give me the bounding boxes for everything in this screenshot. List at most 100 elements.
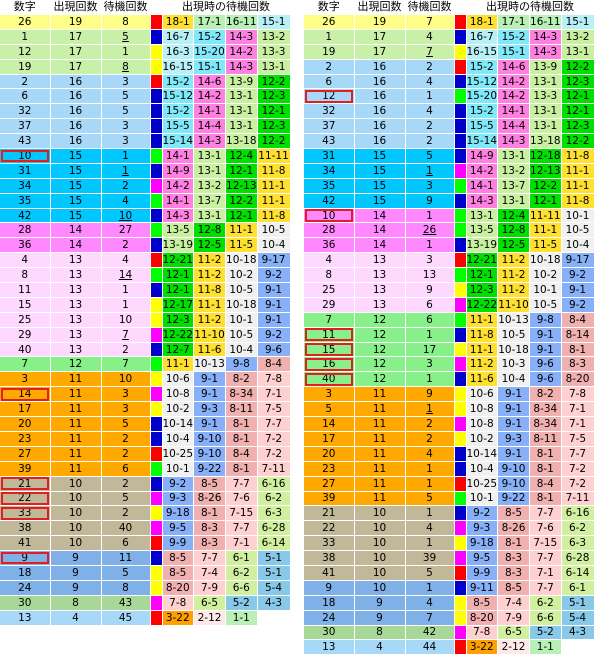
appear-count-cell: 17 bbox=[354, 44, 406, 60]
table-row: 1 17 4 16-7 15-2 14-3 13-2 bbox=[304, 29, 595, 45]
table-row: 9 9 11 8-5 7-7 6-1 5-1 bbox=[0, 550, 291, 566]
history-cell: 11-2 bbox=[193, 312, 227, 328]
history-cell: 10-1 bbox=[225, 312, 258, 328]
history-cell: 18-1 bbox=[466, 14, 499, 30]
color-marker bbox=[150, 193, 163, 209]
color-marker bbox=[454, 297, 467, 313]
appear-count-cell: 9 bbox=[354, 595, 406, 611]
table-row: 15 13 1 12-17 11-1 10-18 9-1 bbox=[0, 297, 291, 313]
color-marker bbox=[150, 491, 163, 507]
color-marker bbox=[454, 476, 467, 492]
header-appear: 出現回数 bbox=[354, 0, 406, 15]
appear-count-cell: 17 bbox=[50, 59, 102, 75]
color-marker bbox=[454, 282, 467, 298]
number-cell: 11 bbox=[0, 282, 51, 298]
table-row: 4 13 4 12-21 11-2 10-18 9-17 bbox=[0, 252, 291, 269]
history-cell: 11-11 bbox=[529, 208, 562, 224]
number-cell: 2 bbox=[304, 59, 355, 75]
history-cell: 13-7 bbox=[497, 178, 531, 194]
history-cell: 14-2 bbox=[162, 178, 195, 194]
appear-count-cell: 10 bbox=[50, 476, 102, 492]
wait-count-cell: 5 bbox=[405, 148, 455, 164]
appear-count-cell: 13 bbox=[50, 252, 102, 269]
history-cell: 11-2 bbox=[497, 252, 531, 269]
color-marker bbox=[454, 267, 467, 284]
wait-count-cell: 3 bbox=[405, 252, 455, 269]
appear-count-cell: 12 bbox=[354, 371, 406, 388]
color-marker bbox=[150, 505, 163, 522]
history-cell: 11-1 bbox=[257, 178, 291, 194]
number-cell: 34 bbox=[0, 178, 51, 194]
header-marker bbox=[454, 0, 467, 15]
wait-count-cell: 2 bbox=[101, 342, 151, 358]
right-table-body: 数字 出現回数 待機回数 出現時の待機回数 26 19 7 18-1 17-1 16-11… bbox=[304, 0, 595, 655]
appear-count-cell: 11 bbox=[50, 446, 102, 462]
history-cell: 10-1 bbox=[561, 208, 595, 224]
number-cell: 12 bbox=[304, 88, 355, 105]
appear-count-cell: 14 bbox=[354, 208, 406, 224]
wait-count-cell: 45 bbox=[101, 610, 151, 626]
history-cell: 7-5 bbox=[257, 401, 291, 418]
number-cell: 21 bbox=[0, 476, 51, 492]
history-cell: 7-7 bbox=[561, 446, 595, 462]
wait-count-cell: 3 bbox=[101, 133, 151, 150]
history-cell: 8-5 bbox=[497, 580, 531, 596]
history-cell: 8-1 bbox=[529, 446, 562, 462]
number-cell: 21 bbox=[304, 505, 355, 522]
history-cell: 11-2 bbox=[193, 267, 227, 284]
wait-count-cell: 7 bbox=[405, 44, 455, 60]
history-cell: 15-5 bbox=[466, 118, 499, 135]
number-cell: 4 bbox=[304, 252, 355, 269]
color-marker bbox=[454, 520, 467, 537]
color-marker bbox=[150, 163, 163, 179]
wait-count-cell: 9 bbox=[405, 386, 455, 403]
wait-count-cell: 9 bbox=[405, 282, 455, 298]
number-cell: 17 bbox=[0, 401, 51, 418]
history-cell: 13-1 bbox=[257, 59, 291, 75]
history-cell: 6-14 bbox=[257, 535, 291, 552]
history-cell: 9-17 bbox=[257, 252, 291, 269]
history-cell: 12-17 bbox=[162, 297, 195, 313]
history-cell: 14-3 bbox=[225, 29, 258, 45]
number-cell: 10 bbox=[304, 208, 355, 224]
history-cell: 1-1 bbox=[225, 610, 258, 626]
history-cell: 11-11 bbox=[257, 148, 291, 164]
history-cell: 7-7 bbox=[193, 550, 227, 566]
color-marker bbox=[150, 520, 163, 537]
color-marker bbox=[150, 565, 163, 581]
color-marker bbox=[150, 371, 163, 388]
number-cell: 1 bbox=[304, 29, 355, 45]
history-cell: 13-1 bbox=[529, 118, 562, 135]
history-cell: 14-9 bbox=[162, 163, 195, 179]
history-cell: 14-1 bbox=[162, 193, 195, 209]
history-cell: 8-11 bbox=[529, 431, 562, 447]
appear-count-cell: 9 bbox=[50, 565, 102, 581]
history-cell: 12-7 bbox=[162, 342, 195, 358]
number-cell: 23 bbox=[304, 461, 355, 477]
history-cell: 5-1 bbox=[561, 595, 595, 611]
table-row: 38 10 39 9-5 8-3 7-7 6-28 bbox=[304, 550, 595, 566]
color-marker bbox=[150, 74, 163, 90]
history-cell: 13-1 bbox=[225, 88, 258, 105]
history-cell: 10-5 bbox=[257, 222, 291, 239]
history-cell: 10-4 bbox=[162, 431, 195, 447]
number-cell: 32 bbox=[0, 103, 51, 120]
wait-count-cell: 4 bbox=[405, 595, 455, 611]
history-cell: 8-4 bbox=[257, 356, 291, 373]
history-cell: 13-2 bbox=[257, 29, 291, 45]
history-cell: 7-6 bbox=[529, 520, 562, 537]
history-cell: 9-1 bbox=[193, 371, 227, 388]
history-cell: 8-26 bbox=[193, 491, 227, 507]
number-cell: 11 bbox=[304, 327, 355, 343]
history-cell: 13-3 bbox=[529, 88, 562, 105]
history-cell: 9-1 bbox=[529, 327, 562, 343]
color-marker bbox=[454, 74, 467, 90]
history-cell: 14-4 bbox=[497, 118, 531, 135]
history-cell: 13-19 bbox=[162, 237, 195, 254]
number-cell: 19 bbox=[304, 44, 355, 60]
history-cell: 13-7 bbox=[193, 193, 227, 209]
appear-count-cell: 11 bbox=[50, 416, 102, 432]
wait-count-cell: 3 bbox=[405, 178, 455, 194]
table-row: 26 19 7 18-1 17-1 16-11 15-1 bbox=[304, 14, 595, 30]
table-row: 42 15 10 14-3 13-1 12-1 11-8 bbox=[0, 208, 291, 224]
